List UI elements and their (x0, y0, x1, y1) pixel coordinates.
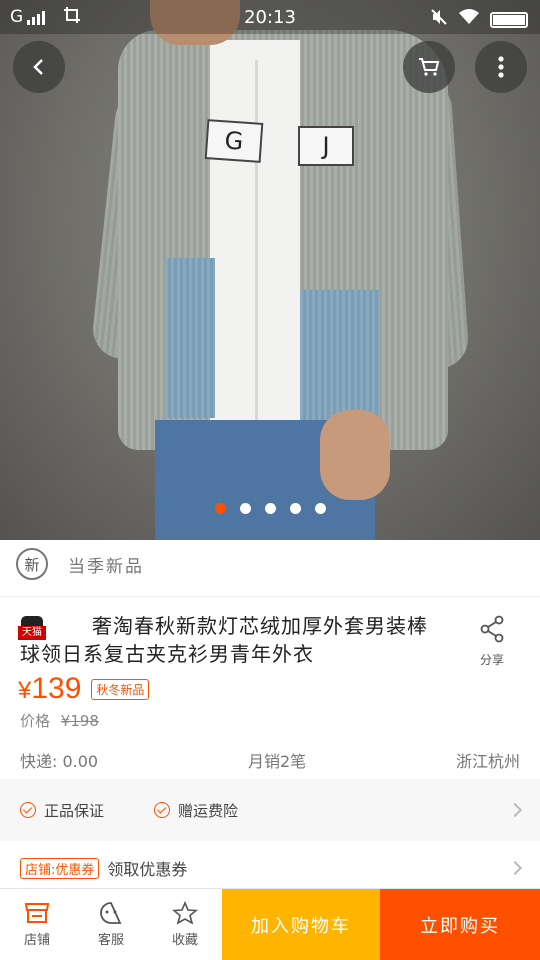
buy-now-button[interactable]: 立即购买 (380, 889, 540, 960)
favorite-tab[interactable]: 收藏 (148, 889, 222, 960)
new-season-label: 当季新品 (68, 556, 144, 577)
battery-icon (490, 11, 528, 28)
wifi-icon (458, 8, 480, 31)
chat-face-icon (100, 902, 122, 924)
guarantee-row[interactable]: 正品保证 赠运费险 (0, 779, 540, 841)
letter-patch-j: J (298, 126, 354, 166)
coupon-row[interactable]: 店铺:优惠券 领取优惠券 (0, 846, 540, 890)
carousel-dot[interactable] (289, 503, 301, 514)
coupon-label: 领取优惠券 (107, 860, 188, 879)
divider (0, 596, 540, 597)
price-row: ¥139 秋冬新品 (18, 672, 150, 706)
carousel-dot[interactable] (264, 503, 276, 514)
mute-icon (430, 8, 448, 31)
screenshot-icon (63, 6, 81, 29)
season-tag: 秋冬新品 (91, 678, 150, 700)
carrier-label: G (10, 7, 24, 27)
share-label: 分享 (479, 653, 504, 667)
shipping-fee: 快递: 0.00 (20, 752, 99, 771)
shipping-info-row: 快递: 0.00 月销2笔 浙江杭州 (20, 748, 520, 772)
more-vertical-icon (498, 56, 504, 78)
status-bar: G 20:13 (0, 0, 540, 34)
ship-location: 浙江杭州 (455, 752, 520, 771)
carousel-dot-active[interactable] (214, 503, 226, 514)
store-icon (24, 903, 50, 923)
product-image-carousel[interactable]: G J (0, 0, 540, 540)
guarantee-label: 正品保证 (44, 801, 105, 820)
add-to-cart-button[interactable]: 加入购物车 (222, 889, 380, 960)
bottom-action-bar: 店铺 客服 收藏 加入购物车 立即购买 (0, 888, 540, 960)
store-tab[interactable]: 店铺 (0, 889, 74, 960)
chevron-left-icon (33, 59, 43, 75)
carousel-dots (0, 503, 540, 514)
letter-patch-g: G (204, 119, 264, 163)
jacket-pocket (300, 290, 380, 420)
star-icon (172, 901, 198, 925)
store-label: 店铺 (23, 933, 50, 948)
carousel-dot[interactable] (314, 503, 326, 514)
chevron-right-icon (507, 802, 523, 818)
service-tab[interactable]: 客服 (74, 889, 148, 960)
guarantee-authentic: 正品保证 (20, 800, 104, 821)
chevron-right-icon (507, 860, 523, 876)
cart-button[interactable] (403, 41, 455, 93)
jacket-pocket (165, 258, 215, 418)
original-price-label: 价格 (20, 712, 51, 730)
product-title: 奢淘春秋新款灯芯绒加厚外套男装棒球领日系复古夹克衫男青年外衣 (20, 614, 428, 666)
cart-icon (419, 58, 440, 76)
check-circle-icon (20, 802, 36, 818)
hand (320, 410, 390, 500)
back-button[interactable] (13, 41, 65, 93)
new-season-row: 新 当季新品 (16, 548, 144, 580)
share-button[interactable]: 分享 (470, 615, 514, 668)
original-price-row: 价格 ¥198 (20, 710, 99, 731)
original-price: ¥198 (60, 712, 99, 730)
guarantee-label: 赠运费险 (178, 801, 239, 820)
check-circle-icon (154, 802, 171, 818)
guarantee-shipping-insurance: 赠运费险 (154, 800, 238, 821)
zipper (255, 60, 258, 440)
carousel-dot[interactable] (239, 503, 251, 514)
coupon-tag: 店铺:优惠券 (20, 857, 100, 879)
service-label: 客服 (97, 933, 124, 948)
new-badge-icon: 新 (16, 548, 48, 580)
share-icon (480, 615, 504, 643)
more-button[interactable] (475, 41, 527, 93)
current-price: ¥139 (18, 672, 82, 705)
monthly-sales: 月销2笔 (247, 752, 307, 771)
signal-icon (27, 9, 46, 25)
favorite-label: 收藏 (171, 933, 198, 948)
